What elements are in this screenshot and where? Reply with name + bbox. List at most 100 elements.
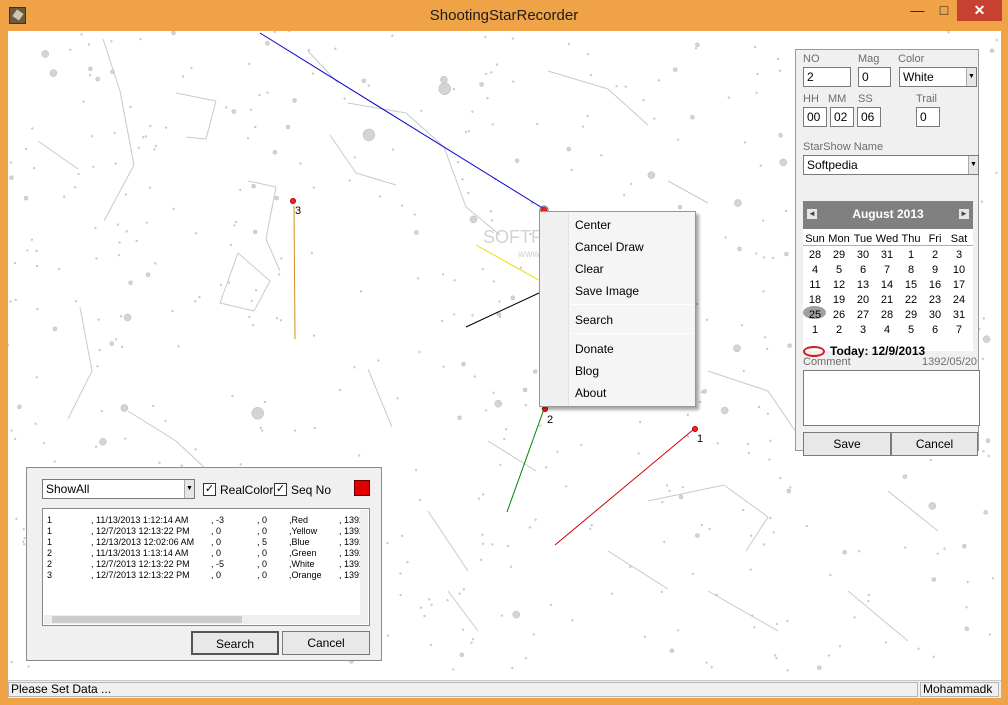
calendar-day[interactable]: 29 [827,248,851,262]
chevron-down-icon[interactable]: ▼ [184,480,194,498]
menu-item-blog[interactable]: Blog [575,364,599,378]
constellation-line [119,90,135,166]
calendar-day[interactable]: 16 [923,278,947,292]
calendar-day[interactable]: 3 [851,323,875,337]
menu-item-search[interactable]: Search [575,313,613,327]
calendar-day[interactable]: 4 [875,323,899,337]
menu-item-center[interactable]: Center [575,218,611,232]
no-field[interactable]: 2 [803,67,851,87]
menu-item-about[interactable]: About [575,386,606,400]
ss-field[interactable]: 06 [857,107,881,127]
calendar-day[interactable]: 29 [899,308,923,322]
calendar-day[interactable]: 7 [947,323,971,337]
calendar-day[interactable]: 8 [899,263,923,277]
star [10,429,13,432]
list-item[interactable]: 1, 12/7/2013 12:13:22 PM, 0, 0 ,Yellow, 1… [47,526,364,537]
calendar-day[interactable]: 28 [875,308,899,322]
star [110,40,113,43]
star [570,168,573,172]
hh-field[interactable]: 00 [803,107,827,127]
comment-field[interactable] [803,370,980,426]
minimize-icon[interactable]: — [904,0,931,21]
horizontal-scrollbar[interactable] [44,615,368,624]
chevron-down-icon[interactable]: ▼ [966,68,976,86]
star [438,82,451,95]
calendar-day[interactable]: 22 [899,293,923,307]
menu-item-clear[interactable]: Clear [575,262,604,276]
calendar-day[interactable]: 28 [803,248,827,262]
calendar-day[interactable]: 25 [803,308,827,322]
list-item[interactable]: 2, 11/13/2013 1:13:14 AM, 0, 0 ,Green, 13… [47,548,364,559]
calendar-day[interactable]: 14 [875,278,899,292]
filter-select[interactable]: ShowAll ▼ [42,479,195,499]
calendar-day[interactable]: 13 [851,278,875,292]
calendar-day[interactable]: 31 [947,308,971,322]
cancel-button[interactable]: Cancel [891,432,978,456]
star [681,486,684,489]
calendar-day[interactable]: 31 [875,248,899,262]
calendar-day[interactable]: 21 [875,293,899,307]
trail-field[interactable]: 0 [916,107,940,127]
starshow-select[interactable]: Softpedia ▼ [803,155,979,175]
calendar-day[interactable]: 17 [947,278,971,292]
star [198,295,201,299]
menu-item-cancel-draw[interactable]: Cancel Draw [575,240,644,254]
calendar-day[interactable]: 4 [803,263,827,277]
star [511,667,514,670]
calendar-day[interactable]: 3 [947,248,971,262]
calendar-day[interactable]: 2 [923,248,947,262]
color-swatch[interactable] [354,480,370,496]
calendar-day[interactable]: 23 [923,293,947,307]
calendar-day[interactable]: 7 [875,263,899,277]
list-item[interactable]: 1, 11/13/2013 1:12:14 AM, -3, 0 ,Red, 139… [47,515,367,526]
calendar-day[interactable]: 6 [923,323,947,337]
calendar-day[interactable]: 24 [947,293,971,307]
calendar-day[interactable]: 10 [947,263,971,277]
calendar-day[interactable]: 2 [827,323,851,337]
list-item[interactable]: 3 , 12/7/2013 12:13:22 PM , 0 , 0 ,Orange , 1… [47,570,362,581]
seqno-checkbox[interactable]: ✓ [274,483,287,496]
calendar-day[interactable]: 20 [851,293,875,307]
star [779,476,782,480]
calendar-day[interactable]: 9 [923,263,947,277]
calendar-day[interactable]: 19 [827,293,851,307]
calendar-day[interactable]: 1 [803,323,827,337]
mm-field[interactable]: 02 [830,107,854,127]
star [498,315,502,318]
calendar-day[interactable]: 12 [827,278,851,292]
calendar-day[interactable]: 11 [803,278,827,292]
scrollbar-thumb[interactable] [52,616,242,623]
star [461,361,466,367]
maximize-icon[interactable]: □ [931,0,957,21]
search-button[interactable]: Search [191,631,279,655]
list-item[interactable]: 2, 12/7/2013 12:13:22 PM, -5, 0 ,White, 1… [47,559,367,570]
calendar-day[interactable]: 5 [899,323,923,337]
star [113,131,116,135]
results-list[interactable]: 1, 11/13/2013 1:12:14 AM, -3, 0 ,Red, 139… [42,508,370,626]
calendar-day[interactable]: 5 [827,263,851,277]
title-bar[interactable]: ShootingStarRecorder — □ ✕ [0,0,1008,31]
search-cancel-button[interactable]: Cancel [282,631,370,655]
month-calendar[interactable]: ◄ August 2013 ► Sun Mon Tue Wed Thu Fri … [803,201,973,358]
vertical-scrollbar[interactable] [360,510,368,615]
calendar-day[interactable]: 1 [899,248,923,262]
realcolor-checkbox[interactable]: ✓ [203,483,216,496]
chevron-down-icon[interactable]: ▼ [968,156,978,174]
chevron-right-icon[interactable]: ► [959,209,969,219]
menu-item-save-image[interactable]: Save Image [575,284,639,298]
color-select[interactable]: White ▼ [899,67,977,87]
calendar-day[interactable]: 6 [851,263,875,277]
calendar-day[interactable]: 30 [851,248,875,262]
list-item[interactable]: 1, 12/13/2013 12:02:06 AM, 0, 5 ,Blue, 13… [47,537,367,548]
calendar-day[interactable]: 15 [899,278,923,292]
mag-field[interactable]: 0 [858,67,891,87]
star [749,534,753,537]
star [464,130,468,134]
menu-item-donate[interactable]: Donate [575,342,614,356]
calendar-day[interactable]: 27 [851,308,875,322]
calendar-day[interactable]: 30 [923,308,947,322]
save-button[interactable]: Save [803,432,891,456]
calendar-day[interactable]: 26 [827,308,851,322]
calendar-day[interactable]: 18 [803,293,827,307]
close-icon[interactable]: ✕ [957,0,1002,21]
